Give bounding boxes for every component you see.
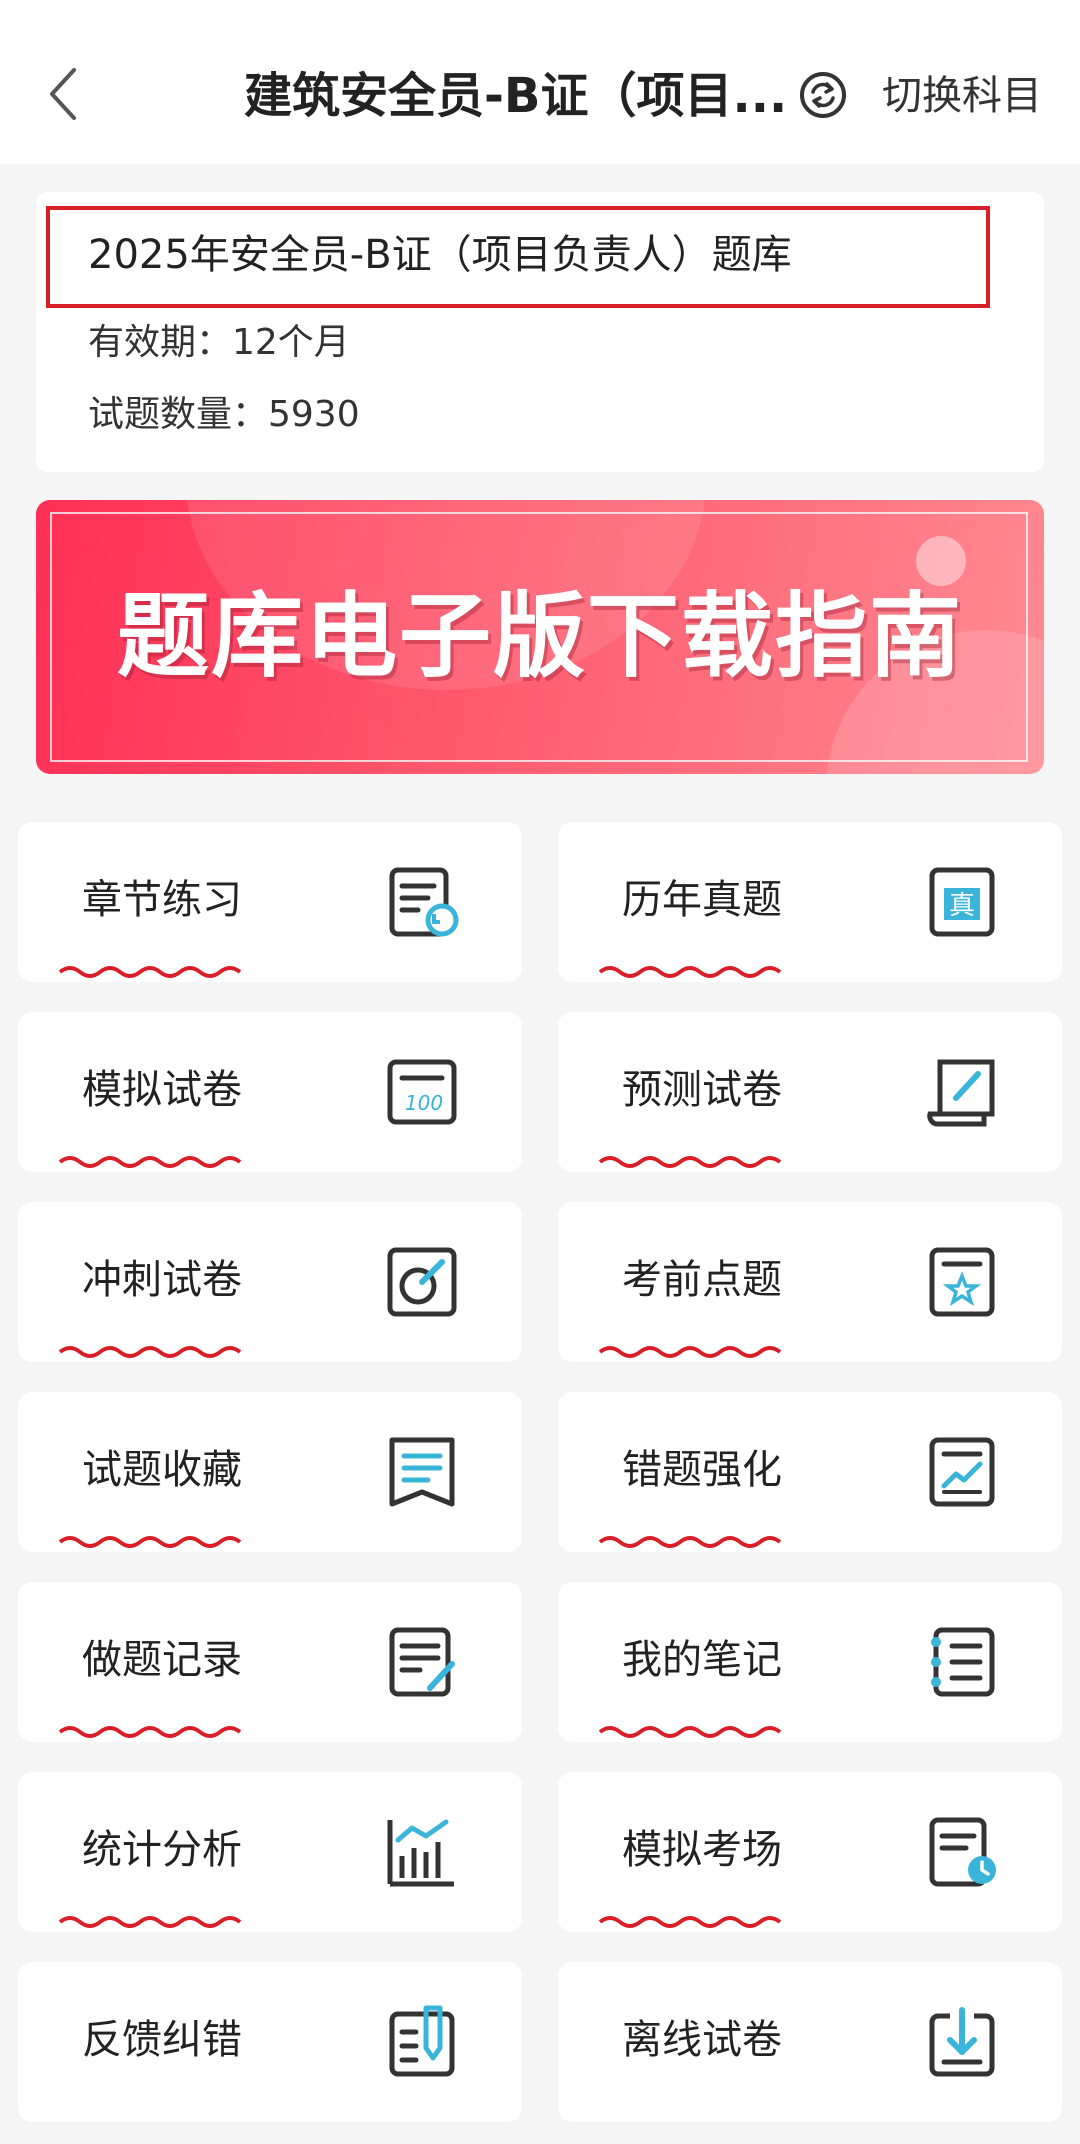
menu-tile[interactable]: 章节练习 [18, 822, 522, 982]
svg-text:100: 100 [405, 1091, 443, 1115]
red-wavy-underline [598, 1916, 782, 1928]
red-wavy-underline [58, 1346, 242, 1358]
menu-tile-label: 预测试卷 [622, 1067, 782, 1113]
menu-tile-label: 考前点题 [622, 1257, 782, 1303]
svg-text:真: 真 [949, 891, 975, 921]
menu-tile[interactable]: 考前点题 [558, 1202, 1062, 1362]
menu-tile-label: 模拟试卷 [82, 1067, 242, 1113]
red-wavy-underline [598, 1726, 782, 1738]
sprint-paper-icon [382, 1242, 462, 1322]
validity-text: 有效期：12个月 [88, 322, 350, 363]
menu-tile-label: 冲刺试卷 [82, 1257, 242, 1303]
menu-tile-label: 模拟考场 [622, 1827, 782, 1873]
switch-icon[interactable] [798, 70, 848, 120]
favorites-icon [382, 1432, 462, 1512]
menu-tile[interactable]: 我的笔记 [558, 1582, 1062, 1742]
red-wavy-underline [598, 1346, 782, 1358]
red-wavy-underline [58, 966, 242, 978]
question-count-text: 试题数量：5930 [88, 394, 360, 435]
red-wavy-underline [598, 1156, 782, 1168]
chapter-practice-icon [382, 862, 462, 942]
top-bar: 建筑安全员-B证（项目... 切换科目 [0, 0, 1080, 164]
statistics-icon [382, 1812, 462, 1892]
menu-tile-label: 错题强化 [622, 1447, 782, 1493]
menu-tile[interactable]: 模拟试卷 100 [18, 1012, 522, 1172]
download-guide-banner[interactable]: 题库电子版下载指南 [36, 500, 1044, 774]
red-wavy-underline [598, 1536, 782, 1548]
menu-tile-label: 做题记录 [82, 1637, 242, 1683]
predicted-paper-icon [922, 1052, 1002, 1132]
question-bank-info-card: 2025年安全员-B证（项目负责人）题库 有效期：12个月 试题数量：5930 [36, 192, 1044, 472]
mock-exam-room-icon [922, 1812, 1002, 1892]
menu-tile[interactable]: 做题记录 [18, 1582, 522, 1742]
menu-tile[interactable]: 统计分析 [18, 1772, 522, 1932]
menu-tile[interactable]: 离线试卷 [558, 1962, 1062, 2122]
past-exam-icon: 真 [922, 862, 1002, 942]
menu-tile[interactable]: 预测试卷 [558, 1012, 1062, 1172]
practice-record-icon [382, 1622, 462, 1702]
back-icon[interactable] [44, 64, 84, 124]
red-wavy-underline [58, 1536, 242, 1548]
menu-tile-label: 统计分析 [82, 1827, 242, 1873]
menu-tile-label: 章节练习 [82, 877, 242, 923]
red-wavy-underline [58, 1726, 242, 1738]
menu-tile-label: 反馈纠错 [82, 2017, 242, 2063]
mock-paper-icon: 100 [382, 1052, 462, 1132]
menu-tile[interactable]: 错题强化 [558, 1392, 1062, 1552]
mistakes-icon [922, 1432, 1002, 1512]
red-wavy-underline [58, 1916, 242, 1928]
page-title: 建筑安全员-B证（项目... [244, 68, 788, 124]
feedback-icon [382, 2002, 462, 2082]
switch-subject-button[interactable]: 切换科目 [882, 66, 1058, 126]
feature-grid: 章节练习 历年真题 真 模拟试卷 100 预测试卷 冲刺试卷 考前点题 试题收藏… [18, 822, 1062, 2122]
offline-paper-icon [922, 2002, 1002, 2082]
menu-tile-label: 离线试卷 [622, 2017, 782, 2063]
red-wavy-underline [58, 1156, 242, 1168]
pre-exam-tips-icon [922, 1242, 1002, 1322]
menu-tile-label: 我的笔记 [622, 1637, 782, 1683]
menu-tile[interactable]: 冲刺试卷 [18, 1202, 522, 1362]
notes-icon [922, 1622, 1002, 1702]
banner-text: 题库电子版下载指南 [116, 583, 963, 690]
menu-tile[interactable]: 反馈纠错 [18, 1962, 522, 2122]
question-bank-title: 2025年安全员-B证（项目负责人）题库 [88, 232, 792, 278]
red-wavy-underline [598, 966, 782, 978]
menu-tile[interactable]: 模拟考场 [558, 1772, 1062, 1932]
menu-tile[interactable]: 历年真题 真 [558, 822, 1062, 982]
menu-tile[interactable]: 试题收藏 [18, 1392, 522, 1552]
menu-tile-label: 试题收藏 [82, 1447, 242, 1493]
menu-tile-label: 历年真题 [622, 877, 782, 923]
